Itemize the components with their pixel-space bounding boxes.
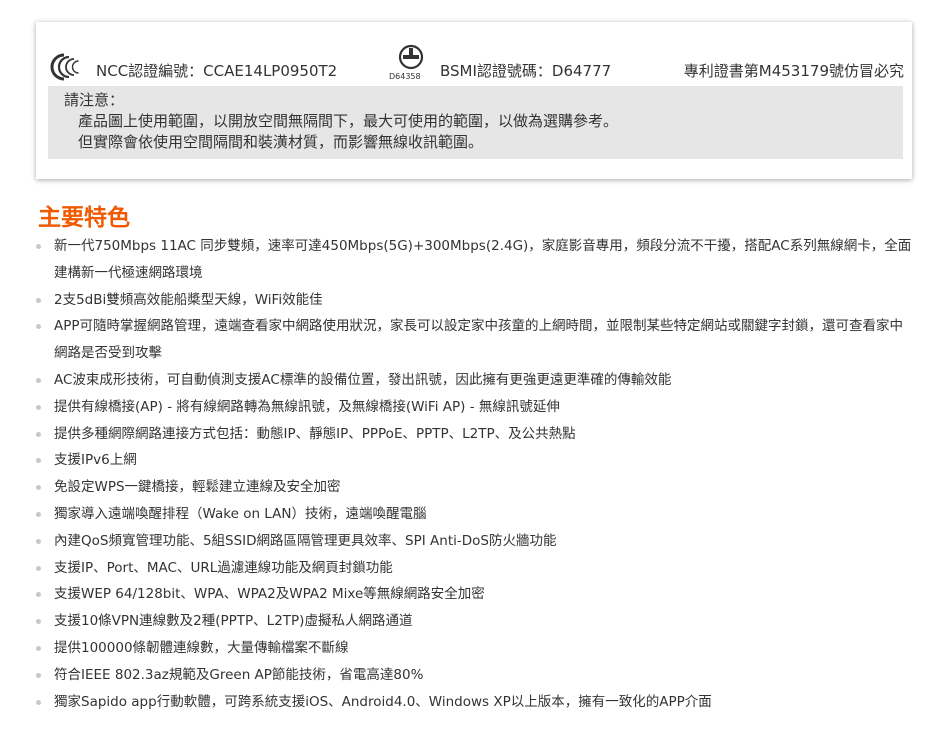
bullet-icon [36,324,41,330]
feature-text: APP可隨時掌握網路管理，遠端查看家中網路使用狀況，家長可以設定家中孩童的上網時… [54,318,904,362]
feature-text: 支援WEP 64/128bit、WPA、WPA2及WPA2 Mixe等無線網路安… [54,586,485,603]
patent-notice: 專利證書第M453179號仿冒必究 [683,62,904,80]
features-title: 主要特色 [38,205,130,231]
feature-text: 支援10條VPN連線數及2種(PPTP、L2TP)虛擬私人網路通道 [54,613,413,630]
bullet-icon [36,377,41,383]
feature-text: 獨家導入遠端喚醒排程（Wake on LAN）技術，遠端喚醒電腦 [54,505,427,522]
bullet-icon [36,458,41,464]
feature-text: 獨家Sapido app行動軟體，可跨系統支援iOS、Android4.0、Wi… [54,693,712,710]
feature-text: 2支5dBi雙頻高效能船槳型天線，WiFi效能佳 [54,291,323,308]
usage-notice: 請注意： 產品圖上使用範圍，以開放空間無隔間下，最大可使用的範圍，以做為選購參考… [48,86,903,159]
bullet-icon [36,538,41,544]
feature-item: 免設定WPS一鍵橋接，輕鬆建立連線及安全加密 [36,474,916,501]
feature-text: 提供100000條韌體連線數，大量傳輸檔案不斷線 [54,639,349,656]
bullet-icon [36,511,41,517]
feature-text: 提供多種網際網路連接方式包括：動態IP、靜態IP、PPPoE、PPTP、L2TP… [54,425,576,442]
feature-item: 內建QoS頻寬管理功能、5組SSID網路區隔管理更具效率、SPI Anti-Do… [36,528,916,555]
feature-text: AC波束成形技術，可自動偵測支援AC標準的設備位置，發出訊號，因此擁有更強更遠更… [54,371,672,388]
feature-item: 獨家Sapido app行動軟體，可跨系統支援iOS、Android4.0、Wi… [36,689,916,716]
bullet-icon [36,485,41,491]
certification-row: NCC認證編號：CCAE14LP0950T2 D64358 BSMI認證號碼：D… [50,44,904,86]
feature-item: 提供100000條韌體連線數，大量傳輸檔案不斷線 [36,635,916,662]
feature-item: 提供有線橋接(AP) - 將有線網路轉為無線訊號，及無線橋接(WiFi AP) … [36,394,916,421]
features-list: 新一代750Mbps 11AC 同步雙頻，速率可達450Mbps(5G)+300… [36,233,916,715]
certification-box: NCC認證編號：CCAE14LP0950T2 D64358 BSMI認證號碼：D… [36,22,912,179]
bullet-icon [36,592,41,598]
feature-item: 新一代750Mbps 11AC 同步雙頻，速率可達450Mbps(5G)+300… [36,233,916,287]
feature-text: 內建QoS頻寬管理功能、5組SSID網路區隔管理更具效率、SPI Anti-Do… [54,532,557,549]
feature-text: 新一代750Mbps 11AC 同步雙頻，速率可達450Mbps(5G)+300… [54,238,912,281]
feature-item: 支援IP、Port、MAC、URL過濾連線功能及網頁封鎖功能 [36,555,916,582]
feature-item: 獨家導入遠端喚醒排程（Wake on LAN）技術，遠端喚醒電腦 [36,501,916,528]
feature-item: 支援10條VPN連線數及2種(PPTP、L2TP)虛擬私人網路通道 [36,608,916,635]
feature-item: 提供多種網際網路連接方式包括：動態IP、靜態IP、PPPoE、PPTP、L2TP… [36,421,916,448]
feature-text: 提供有線橋接(AP) - 將有線網路轉為無線訊號，及無線橋接(WiFi AP) … [54,398,560,415]
feature-item: 符合IEEE 802.3az規範及Green AP節能技術，省電高達80% [36,662,916,689]
feature-text: 支援IP、Port、MAC、URL過濾連線功能及網頁封鎖功能 [54,559,393,576]
feature-text: 符合IEEE 802.3az規範及Green AP節能技術，省電高達80% [54,666,424,683]
bullet-icon [36,672,41,678]
feature-item: 2支5dBi雙頻高效能船槳型天線，WiFi效能佳 [36,287,916,314]
bsmi-logo-code: D64358 [389,72,421,81]
notice-line: 產品圖上使用範圍，以開放空間無隔間下，最大可使用的範圍，以做為選購參考。 [78,112,619,130]
ncc-certification-number: NCC認證編號：CCAE14LP0950T2 [96,62,338,80]
bullet-icon [36,431,41,437]
bullet-icon [36,565,41,571]
notice-line: 但實際會依使用空間隔間和裝潢材質，而影響無線收訊範圍。 [78,133,484,151]
notice-title: 請注意： [64,91,125,109]
bullet-icon [36,645,41,651]
bullet-icon [36,404,41,410]
bullet-icon [36,619,41,625]
feature-item: 支援WEP 64/128bit、WPA、WPA2及WPA2 Mixe等無線網路安… [36,581,916,608]
bullet-icon [36,699,41,705]
feature-item: 支援IPv6上網 [36,447,916,474]
bsmi-certification-number: BSMI認證號碼：D64777 [440,62,612,80]
feature-text: 免設定WPS一鍵橋接，輕鬆建立連線及安全加密 [54,479,341,496]
ncc-logo-icon [50,53,79,81]
bullet-icon [36,297,41,303]
feature-item: AC波束成形技術，可自動偵測支援AC標準的設備位置，發出訊號，因此擁有更強更遠更… [36,367,916,394]
bullet-icon [36,244,41,249]
feature-item: APP可隨時掌握網路管理，遠端查看家中網路使用狀況，家長可以設定家中孩童的上網時… [36,313,916,367]
feature-text: 支援IPv6上網 [54,452,137,469]
